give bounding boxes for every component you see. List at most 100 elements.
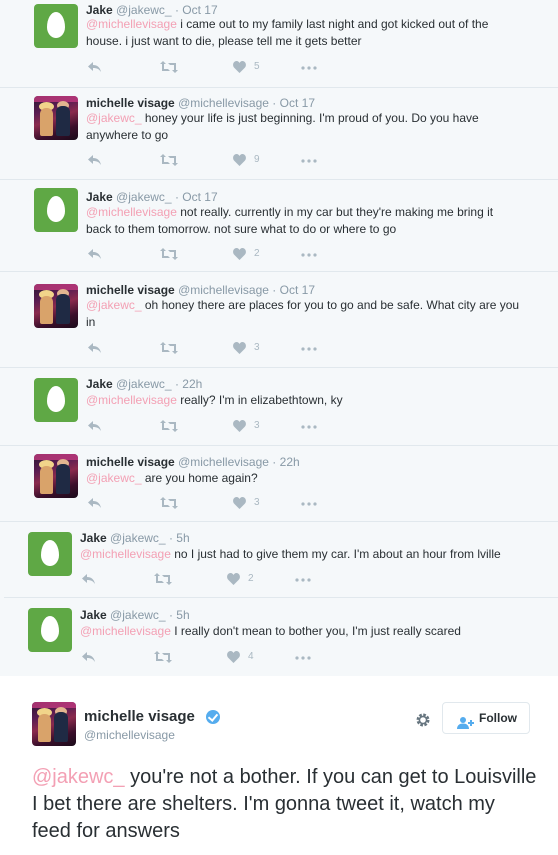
author-name[interactable]: Jake: [80, 608, 107, 622]
tweet-body: no I just had to give them my car. I'm a…: [170, 547, 501, 561]
more-icon[interactable]: [295, 578, 311, 582]
tweet[interactable]: Jake @jakewc_ · 22h @michellevisage real…: [0, 368, 558, 446]
author-name[interactable]: michelle visage: [86, 455, 175, 469]
like-icon[interactable]: [233, 61, 246, 73]
author-handle[interactable]: @jakewc_: [110, 531, 166, 545]
reply-icon[interactable]: [88, 61, 102, 73]
like-count: 2: [248, 573, 254, 584]
like-icon[interactable]: [227, 573, 240, 585]
timestamp[interactable]: 5h: [176, 608, 189, 622]
author-name[interactable]: Jake: [86, 190, 113, 204]
reply-icon[interactable]: [82, 573, 96, 585]
more-icon[interactable]: [301, 502, 317, 506]
main-author-handle[interactable]: @michellevisage: [84, 728, 175, 742]
tweet[interactable]: michelle visage @michellevisage · Oct 17…: [0, 272, 558, 368]
photo-avatar[interactable]: [34, 284, 78, 328]
like-icon[interactable]: [233, 420, 246, 432]
timestamp[interactable]: Oct 17: [182, 3, 217, 17]
main-tweet-text: @jakewc_ you're not a bother. If you can…: [32, 764, 538, 845]
retweet-icon[interactable]: [154, 651, 172, 663]
retweet-icon[interactable]: [160, 248, 178, 260]
photo-avatar[interactable]: [34, 96, 78, 140]
timestamp[interactable]: Oct 17: [280, 283, 315, 297]
author-handle[interactable]: @jakewc_: [110, 608, 166, 622]
retweet-icon[interactable]: [160, 497, 178, 509]
retweet-icon[interactable]: [160, 61, 178, 73]
retweet-icon[interactable]: [160, 342, 178, 354]
reply-icon[interactable]: [88, 497, 102, 509]
like-icon[interactable]: [227, 651, 240, 663]
retweet-icon[interactable]: [160, 154, 178, 166]
timestamp[interactable]: Oct 17: [280, 96, 315, 110]
conversation-thread: Jake @jakewc_ · Oct 17 @michellevisage i…: [0, 0, 558, 676]
tweet[interactable]: michelle visage @michellevisage · Oct 17…: [0, 88, 558, 180]
reply-icon[interactable]: [88, 342, 102, 354]
mention-link[interactable]: @jakewc_: [32, 766, 125, 788]
like-icon[interactable]: [233, 497, 246, 509]
author-handle[interactable]: @michellevisage: [178, 96, 269, 110]
author-name[interactable]: michelle visage: [86, 283, 175, 297]
egg-avatar[interactable]: [34, 4, 78, 48]
reply-icon[interactable]: [82, 651, 96, 663]
retweet-icon[interactable]: [154, 573, 172, 585]
tweet-actions: 3: [88, 420, 328, 434]
mention-link[interactable]: @michellevisage: [86, 205, 177, 219]
author-name[interactable]: Jake: [86, 3, 113, 17]
like-icon[interactable]: [233, 248, 246, 260]
timestamp[interactable]: 22h: [280, 455, 300, 469]
author-handle[interactable]: @michellevisage: [178, 455, 269, 469]
mention-link[interactable]: @michellevisage: [86, 17, 177, 31]
tweet-actions: 2: [82, 573, 322, 587]
photo-avatar[interactable]: [34, 454, 78, 498]
tweet[interactable]: Jake @jakewc_ · 5h @michellevisage no I …: [4, 522, 558, 598]
egg-avatar[interactable]: [28, 532, 72, 576]
timestamp[interactable]: 22h: [182, 377, 202, 391]
mention-link[interactable]: @jakewc_: [86, 298, 142, 312]
follow-button[interactable]: Follow: [442, 702, 530, 734]
mention-link[interactable]: @jakewc_: [86, 111, 142, 125]
timestamp[interactable]: 5h: [176, 531, 189, 545]
tweet[interactable]: Jake @jakewc_ · 5h @michellevisage I rea…: [4, 598, 558, 676]
tweet-actions: 3: [88, 342, 328, 356]
reply-icon[interactable]: [88, 248, 102, 260]
like-icon[interactable]: [233, 154, 246, 166]
photo-avatar[interactable]: [32, 702, 76, 746]
more-icon[interactable]: [301, 253, 317, 257]
retweet-icon[interactable]: [160, 420, 178, 432]
mention-link[interactable]: @jakewc_: [86, 471, 142, 485]
author-name[interactable]: Jake: [80, 531, 107, 545]
author-handle[interactable]: @jakewc_: [116, 377, 172, 391]
egg-avatar[interactable]: [28, 608, 72, 652]
timestamp[interactable]: Oct 17: [182, 190, 217, 204]
more-icon[interactable]: [301, 425, 317, 429]
tweet-header: Jake @jakewc_ · 5h: [80, 608, 190, 622]
gear-icon[interactable]: [414, 711, 432, 729]
egg-avatar[interactable]: [34, 378, 78, 422]
more-icon[interactable]: [301, 159, 317, 163]
reply-icon[interactable]: [88, 154, 102, 166]
author-handle[interactable]: @jakewc_: [116, 190, 172, 204]
tweet[interactable]: michelle visage @michellevisage · 22h @j…: [0, 446, 558, 522]
like-count: 3: [254, 342, 260, 353]
more-icon[interactable]: [295, 656, 311, 660]
more-icon[interactable]: [301, 347, 317, 351]
tweet-header: michelle visage @michellevisage · 22h: [86, 455, 300, 469]
more-icon[interactable]: [301, 66, 317, 70]
tweet-text: @jakewc_ oh honey there are places for y…: [86, 297, 522, 331]
mention-link[interactable]: @michellevisage: [80, 624, 171, 638]
egg-avatar[interactable]: [34, 188, 78, 232]
mention-link[interactable]: @michellevisage: [86, 393, 177, 407]
tweet[interactable]: Jake @jakewc_ · Oct 17 @michellevisage n…: [0, 180, 558, 272]
tweet-text: @michellevisage really? I'm in elizabeth…: [86, 392, 522, 409]
mention-link[interactable]: @michellevisage: [80, 547, 171, 561]
main-author-name[interactable]: michelle visage: [84, 708, 195, 726]
reply-icon[interactable]: [88, 420, 102, 432]
tweet[interactable]: Jake @jakewc_ · Oct 17 @michellevisage i…: [0, 0, 558, 88]
author-name[interactable]: Jake: [86, 377, 113, 391]
like-icon[interactable]: [233, 342, 246, 354]
author-handle[interactable]: @jakewc_: [116, 3, 172, 17]
author-name[interactable]: michelle visage: [86, 96, 175, 110]
separator-dot: ·: [174, 3, 179, 17]
author-handle[interactable]: @michellevisage: [178, 283, 269, 297]
tweet-actions: 4: [82, 651, 322, 665]
